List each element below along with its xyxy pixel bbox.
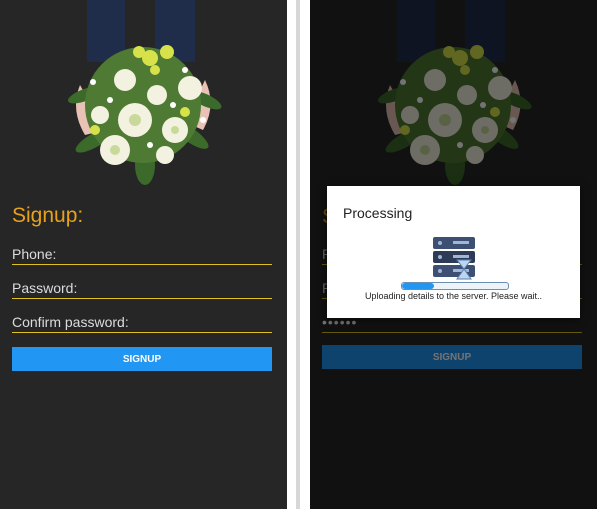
- signup-title: Signup:: [12, 204, 84, 227]
- signup-screen: Signup: Phone: Password: Confirm passwor…: [0, 0, 287, 509]
- screen-divider: [287, 0, 310, 509]
- bouquet-image: [55, 0, 230, 190]
- phone-field[interactable]: Phone:: [12, 246, 272, 265]
- upload-message: Uploading details to the server. Please …: [364, 291, 543, 301]
- confirm-password-field[interactable]: Confirm password:: [12, 314, 272, 333]
- processing-screen: Signup: Phone: Password: •••••• SIGNUP P…: [310, 0, 597, 509]
- dialog-title: Processing: [343, 205, 413, 221]
- password-field[interactable]: Password:: [12, 280, 272, 299]
- processing-dialog: Processing Uploading details to the serv…: [327, 186, 580, 318]
- signup-button[interactable]: SIGNUP: [12, 347, 272, 371]
- server-upload-icon: [431, 236, 477, 280]
- upload-progress-bar: [401, 282, 509, 290]
